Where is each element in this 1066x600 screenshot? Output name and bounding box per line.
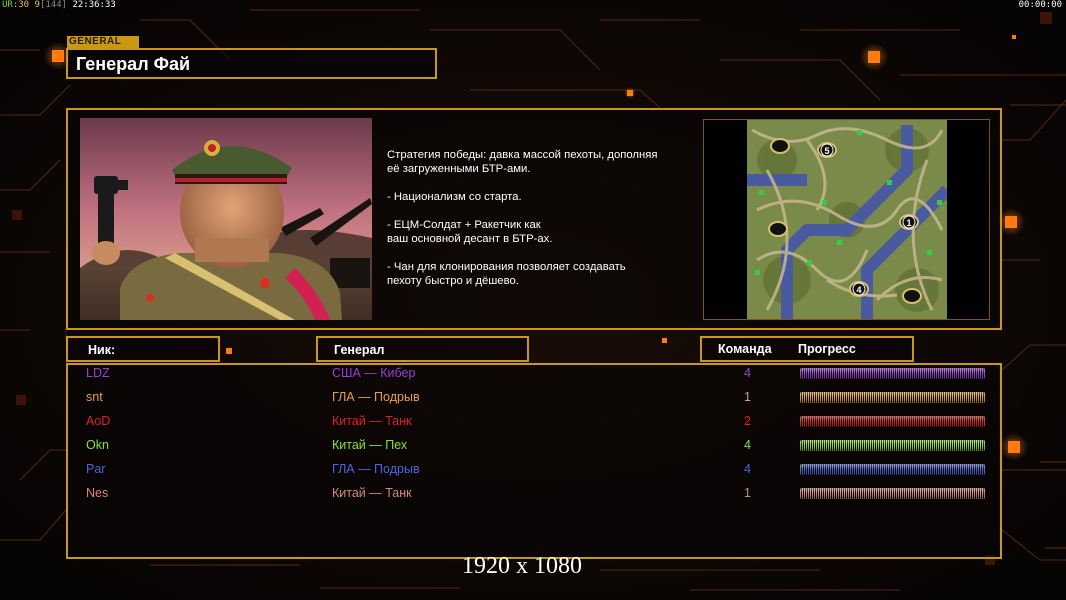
player-progress-bar — [800, 440, 985, 451]
description-line: Стратегия победы: давка массой пехоты, д… — [387, 149, 658, 175]
player-nick: snt — [86, 390, 103, 404]
general-header: Генерал — [334, 343, 385, 357]
player-progress-bar — [800, 392, 985, 403]
general-header-box: Генерал — [316, 336, 529, 362]
hud-timer: 00:00:00 — [1018, 0, 1062, 10]
player-team: 1 — [744, 486, 751, 500]
player-nick: AoD — [86, 414, 111, 428]
player-progress-bar — [800, 464, 985, 475]
general-name: Генерал Фай — [76, 54, 191, 74]
player-nick: Par — [86, 462, 106, 476]
start-marker-label: 4 — [856, 285, 861, 295]
description-line: - Национализм со старта. — [387, 191, 522, 203]
player-team: 2 — [744, 414, 751, 428]
player-row: snt ГЛА — Подрыв 1 — [0, 390, 1066, 414]
nick-header: Ник: — [88, 343, 116, 357]
player-progress-bar — [800, 488, 985, 499]
team-progress-header-box: Команда Прогресс — [700, 336, 914, 362]
player-row: Okn Китай — Пех 4 — [0, 438, 1066, 462]
description-line: - ЕЦМ-Солдат + Ракетчик как ваш основной… — [387, 219, 553, 245]
player-general: Китай — Пех — [332, 438, 408, 452]
progress-header: Прогресс — [798, 342, 856, 356]
general-portrait — [80, 118, 372, 320]
start-marker-label: 5 — [824, 146, 829, 156]
team-header: Команда — [718, 342, 772, 356]
player-general: Китай — Танк — [332, 414, 412, 428]
player-general: США — Кибер — [332, 366, 416, 380]
player-team: 4 — [744, 366, 751, 380]
hud-clock: 22:36:33 — [72, 0, 116, 10]
player-team: 4 — [744, 462, 751, 476]
player-row: AoD Китай — Танк 2 — [0, 414, 1066, 438]
general-tag: GENERAL — [67, 36, 139, 48]
player-nick: Okn — [86, 438, 109, 452]
player-progress-bar — [800, 416, 985, 427]
resolution-label: 1920 x 1080 — [462, 553, 582, 579]
player-general: Китай — Танк — [332, 486, 412, 500]
player-progress-bar — [800, 368, 985, 379]
start-marker: 5 — [820, 143, 834, 157]
general-title-box: Генерал Фай — [66, 48, 437, 79]
start-marker: 4 — [852, 282, 866, 296]
hud-left: UR:30 9[144] 22:36:33 — [2, 0, 116, 10]
nick-header-box: Ник: — [66, 336, 220, 362]
player-row: Par ГЛА — Подрыв 4 — [0, 462, 1066, 486]
start-marker: 1 — [902, 215, 916, 229]
player-team: 1 — [744, 390, 751, 404]
map-preview-frame: 5 1 4 — [703, 119, 990, 320]
player-nick: LDZ — [86, 366, 110, 380]
hud-value-c: [144] — [39, 0, 68, 10]
player-team: 4 — [744, 438, 751, 452]
player-general: ГЛА — Подрыв — [332, 462, 420, 476]
player-general: ГЛА — Подрыв — [332, 390, 420, 404]
hud-prefix: UR: — [2, 0, 19, 10]
general-description: Стратегия победы: давка массой пехоты, д… — [387, 148, 697, 302]
map-preview: 5 1 4 — [747, 120, 947, 319]
player-nick: Nes — [86, 486, 109, 500]
player-row: Nes Китай — Танк 1 — [0, 486, 1066, 510]
description-line: - Чан для клонирования позволяет создава… — [387, 261, 626, 287]
start-marker-label: 1 — [906, 218, 911, 228]
hud-value-a: 30 — [18, 0, 30, 10]
player-row: LDZ США — Кибер 4 — [0, 366, 1066, 390]
